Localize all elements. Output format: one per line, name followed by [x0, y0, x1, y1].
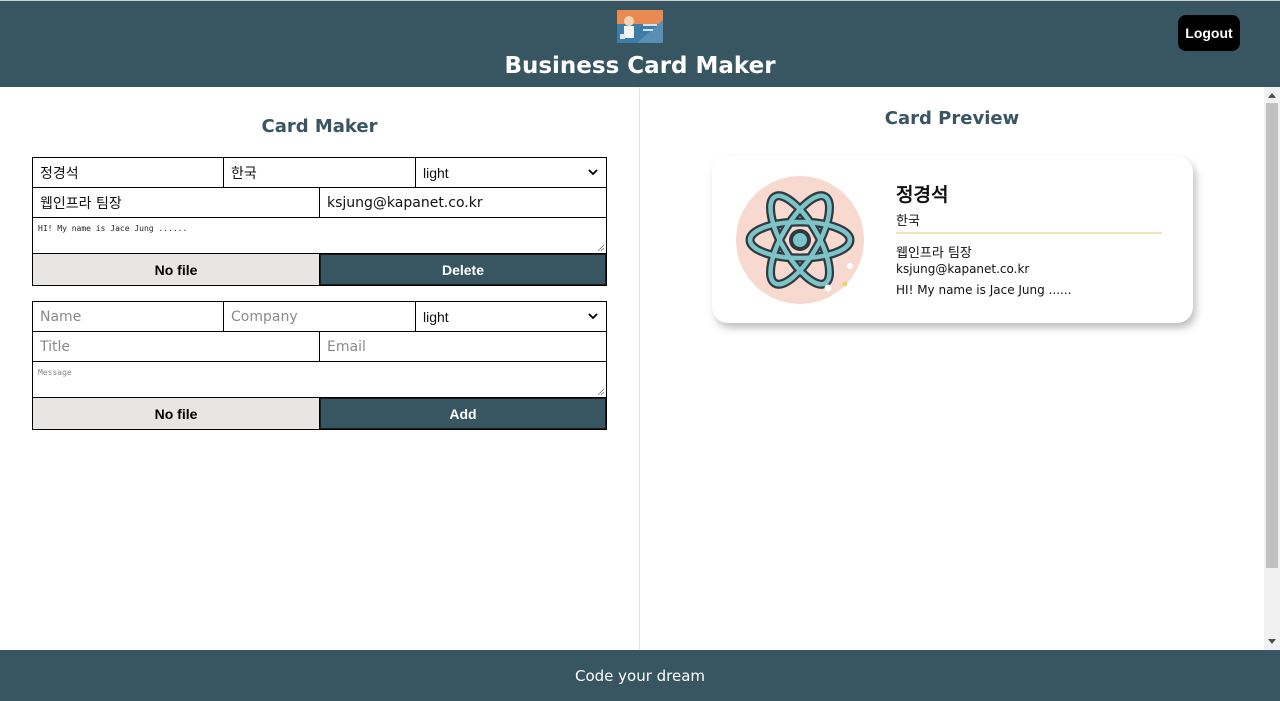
panel-divider — [639, 87, 640, 650]
message-placeholder: Message — [38, 368, 72, 377]
atom-icon — [736, 176, 864, 304]
message-input[interactable]: Message — [33, 362, 606, 397]
card-maker-title: Card Maker — [261, 116, 378, 137]
theme-select[interactable]: light — [416, 302, 606, 331]
form-row: HI! My name is Jace Jung ...... — [33, 218, 606, 254]
delete-button[interactable]: Delete — [320, 254, 606, 285]
preview-message: HI! My name is Jace Jung ...... — [896, 283, 1072, 297]
company-input[interactable]: Company — [224, 302, 416, 331]
business-card-logo-icon — [617, 10, 663, 43]
form-row: No file Delete — [33, 254, 606, 285]
preview-email: ksjung@kapanet.co.kr — [896, 262, 1030, 276]
form-row: 웹인프라 팀장 ksjung@kapanet.co.kr — [33, 188, 606, 218]
file-upload-button[interactable]: No file — [33, 398, 320, 429]
preview-title: 웹인프라 팀장 — [896, 246, 972, 261]
name-input[interactable]: Name — [33, 302, 224, 331]
preview-company: 한국 — [896, 214, 920, 229]
business-card-preview: 정경석 한국 웹인프라 팀장 ksjung@kapanet.co.kr HI! … — [712, 156, 1193, 323]
preview-divider — [896, 232, 1162, 234]
form-row: 정경석 한국 light — [33, 158, 606, 188]
card-preview-title: Card Preview — [884, 108, 1020, 129]
scroll-down-arrow-icon[interactable] — [1268, 639, 1276, 644]
form-row: Name Company light — [33, 302, 606, 332]
theme-select-value: light — [423, 164, 449, 181]
app: Business Card Maker Logout Card Maker 정경… — [0, 0, 1280, 701]
add-button[interactable]: Add — [320, 398, 606, 429]
email-input[interactable]: Email — [320, 332, 606, 361]
resize-grip-icon[interactable] — [597, 244, 605, 252]
theme-select[interactable]: light — [416, 158, 606, 187]
title-input[interactable]: Title — [33, 332, 320, 361]
footer-text: Code your dream — [574, 666, 706, 685]
message-text: HI! My name is Jace Jung ...... — [38, 224, 188, 233]
logout-button[interactable]: Logout — [1178, 15, 1240, 51]
form-row: Title Email — [33, 332, 606, 362]
footer: Code your dream — [0, 650, 1280, 701]
chevron-down-icon — [588, 169, 598, 176]
scroll-up-arrow-icon[interactable] — [1268, 93, 1276, 98]
form-row: Message — [33, 362, 606, 398]
company-field[interactable]: 한국 — [224, 158, 416, 187]
scroll-thumb[interactable] — [1266, 103, 1278, 568]
card-add-form: Name Company light Title Email Message N… — [32, 301, 607, 430]
name-field[interactable]: 정경석 — [33, 158, 224, 187]
card-edit-form: 정경석 한국 light 웹인프라 팀장 ksjung@kapanet.co.k… — [32, 157, 607, 286]
email-field[interactable]: ksjung@kapanet.co.kr — [320, 188, 606, 217]
chevron-down-icon — [588, 313, 598, 320]
title-field[interactable]: 웹인프라 팀장 — [33, 188, 320, 217]
file-upload-button[interactable]: No file — [33, 254, 320, 285]
form-row: No file Add — [33, 398, 606, 429]
app-title: Business Card Maker — [504, 53, 776, 79]
resize-grip-icon[interactable] — [597, 388, 605, 396]
theme-select-value: light — [423, 308, 449, 325]
vertical-scrollbar[interactable] — [1264, 87, 1280, 650]
header: Business Card Maker Logout — [0, 0, 1280, 87]
preview-name: 정경석 — [896, 184, 949, 206]
message-field[interactable]: HI! My name is Jace Jung ...... — [33, 218, 606, 253]
